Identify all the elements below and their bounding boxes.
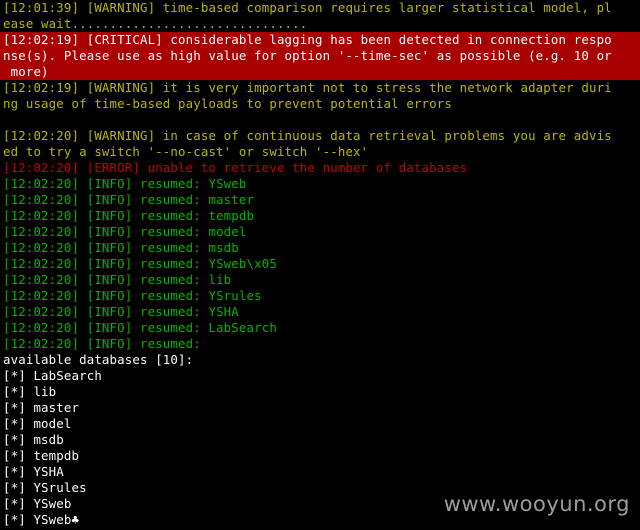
- terminal-output[interactable]: [12:01:39] [WARNING] time-based comparis…: [0, 0, 640, 530]
- log-line-critical: more): [3, 64, 49, 79]
- watermark-text: www.wooyun.org: [443, 492, 630, 516]
- log-line-warning: [12:02:20] [WARNING] in case of continuo…: [3, 128, 612, 143]
- log-line-critical: nse(s). Please use as high value for opt…: [3, 48, 612, 63]
- log-line-error: [12:02:20] [ERROR] unable to retrieve th…: [3, 160, 468, 175]
- log-line-warning: [12:02:19] [WARNING] it is very importan…: [3, 80, 612, 95]
- database-list-item: [*] LabSearch: [3, 368, 102, 383]
- log-line-critical: [12:02:19] [CRITICAL] considerable laggi…: [3, 32, 612, 47]
- database-list-item: [*] YSweb♣: [3, 512, 80, 527]
- database-list-item: [*] YSweb: [3, 496, 72, 511]
- log-line-info: [12:02:20] [INFO] resumed: lib: [3, 272, 232, 287]
- log-line-info: [12:02:20] [INFO] resumed: LabSearch: [3, 320, 277, 335]
- log-line-warning: ease wait...............................: [3, 16, 308, 31]
- log-line-info: [12:02:20] [INFO] resumed: master: [3, 192, 255, 207]
- log-line-info: [12:02:20] [INFO] resumed: tempdb: [3, 208, 255, 223]
- database-list-item: [*] model: [3, 416, 72, 431]
- database-list-item: [*] YSHA: [3, 464, 64, 479]
- log-line-warning: ed to try a switch '--no-cast' or switch…: [3, 144, 369, 159]
- log-line-warning: ng usage of time-based payloads to preve…: [3, 96, 452, 111]
- log-line-info: [12:02:20] [INFO] resumed: msdb: [3, 240, 239, 255]
- log-line-info: [12:02:20] [INFO] resumed:: [3, 336, 201, 351]
- database-list-item: [*] lib: [3, 384, 57, 399]
- log-line-info: [12:02:20] [INFO] resumed: YSrules: [3, 288, 262, 303]
- log-line-info: [12:02:20] [INFO] resumed: YSHA: [3, 304, 239, 319]
- database-list-item: [*] tempdb: [3, 448, 80, 463]
- log-line-info: [12:02:20] [INFO] resumed: YSweb\x05: [3, 256, 277, 271]
- log-line-info: [12:02:20] [INFO] resumed: YSweb: [3, 176, 247, 191]
- log-line-warning: [12:01:39] [WARNING] time-based comparis…: [3, 0, 612, 15]
- log-line-info: [12:02:20] [INFO] resumed: model: [3, 224, 247, 239]
- databases-header: available databases [10]:: [3, 352, 194, 367]
- database-list-item: [*] msdb: [3, 432, 64, 447]
- database-list-item: [*] YSrules: [3, 480, 87, 495]
- database-list-item: [*] master: [3, 400, 80, 415]
